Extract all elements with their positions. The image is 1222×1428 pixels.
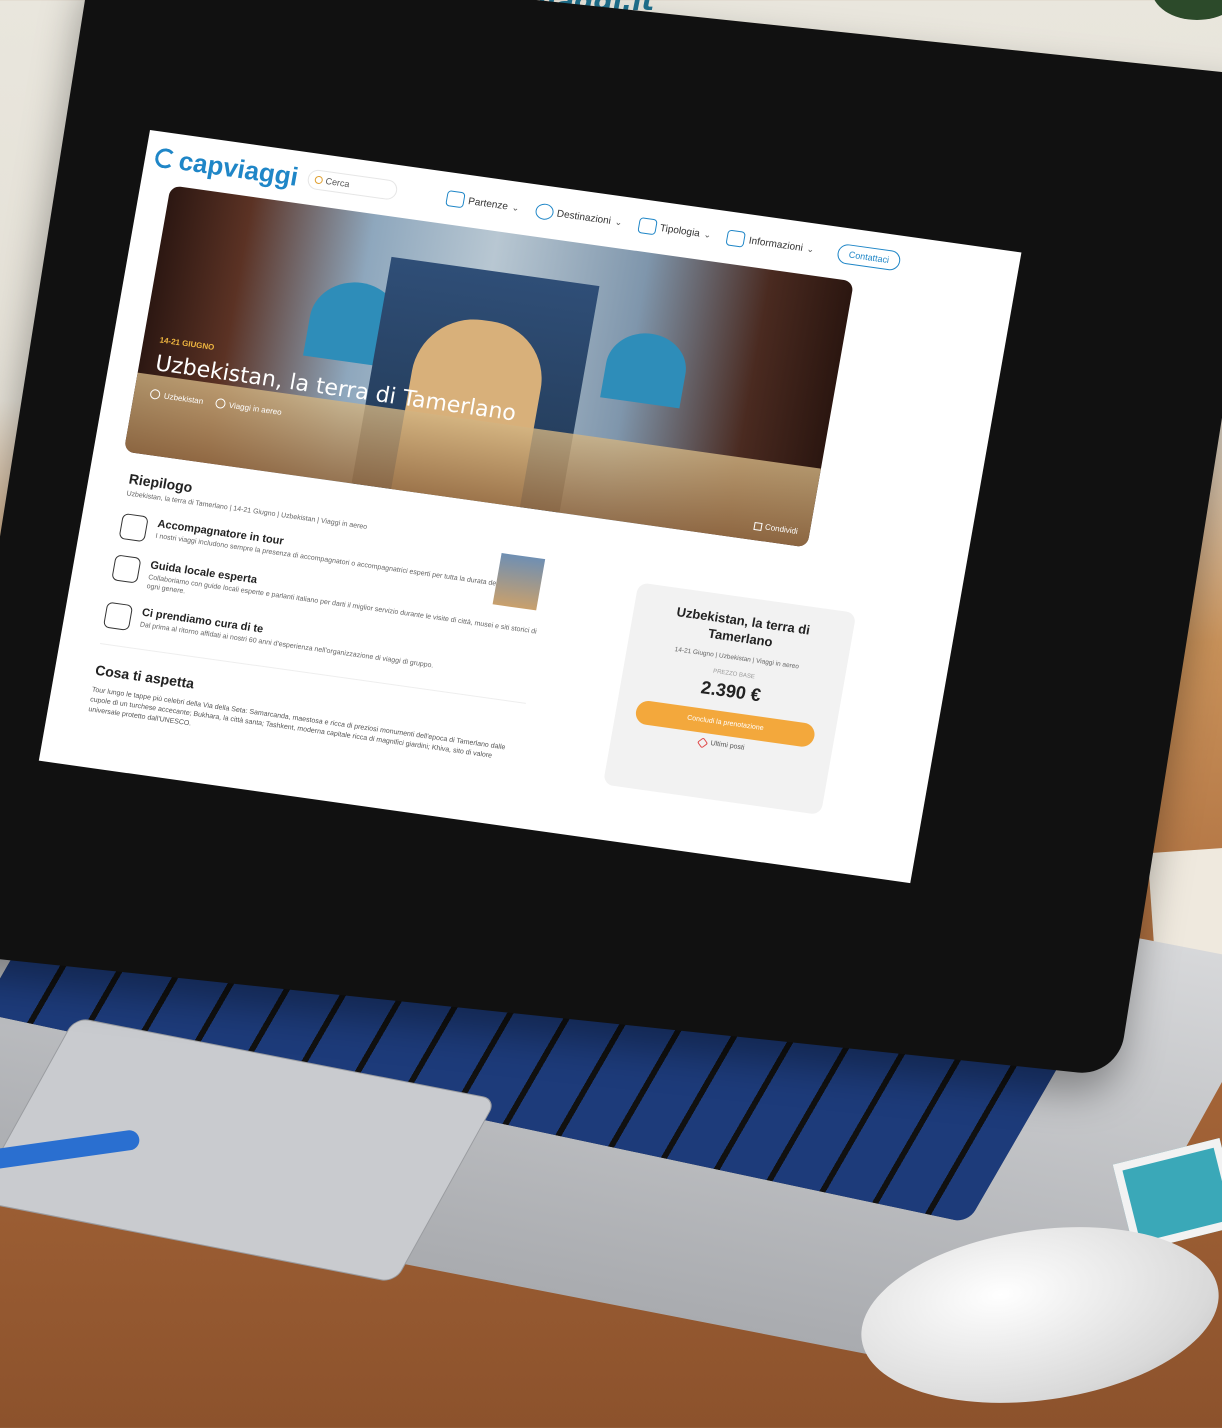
nav-label: Partenze xyxy=(467,195,509,212)
contact-button[interactable]: Contattaci xyxy=(836,243,902,272)
search-label: Cerca xyxy=(324,176,351,190)
site-logo[interactable]: capviaggi xyxy=(153,142,301,193)
local-guide-icon xyxy=(111,554,142,584)
search-input[interactable]: Cerca xyxy=(306,168,399,201)
nav-item-tipologia[interactable]: Tipologia ⌄ xyxy=(636,216,713,243)
laptop-screen: capviaggi Cerca Partenze ⌄ Destinazioni … xyxy=(38,130,1022,884)
nav-label: Tipologia xyxy=(659,222,701,239)
trip-thumbnail[interactable] xyxy=(492,553,546,611)
globe-icon xyxy=(149,388,161,400)
search-icon xyxy=(314,175,324,185)
calendar-icon xyxy=(445,190,466,209)
nav-label: Destinazioni xyxy=(555,208,612,227)
tag-icon xyxy=(696,737,709,749)
logo-text: capviaggi xyxy=(176,145,301,192)
care-icon xyxy=(102,601,134,632)
chevron-down-icon: ⌄ xyxy=(511,201,521,213)
tour-leader-icon xyxy=(118,512,149,543)
nav-label: Informazioni xyxy=(747,235,804,254)
chevron-down-icon: ⌄ xyxy=(702,228,713,240)
bag-icon xyxy=(725,229,747,248)
hero-date: 14-21 GIUGNO xyxy=(158,335,216,352)
nav-item-partenze[interactable]: Partenze ⌄ xyxy=(445,190,521,216)
logo-mark-icon xyxy=(153,147,177,170)
chevron-down-icon: ⌄ xyxy=(614,216,624,228)
booking-card: Uzbekistan, la terra di Tamerlano 14-21 … xyxy=(602,582,857,816)
decorative-leaf xyxy=(1152,0,1222,20)
nav-item-informazioni[interactable]: Informazioni ⌄ xyxy=(725,229,816,257)
plane-icon xyxy=(214,397,226,410)
globe-icon xyxy=(533,202,555,221)
bus-icon xyxy=(636,216,658,236)
main-content: Riepilogo Uzbekistan, la terra di Tamerl… xyxy=(87,471,556,776)
share-icon xyxy=(753,521,763,531)
urgency-label: Ultimi posti xyxy=(709,740,745,752)
dome-illustration xyxy=(600,328,692,409)
chevron-down-icon: ⌄ xyxy=(805,243,816,255)
nav-item-destinazioni[interactable]: Destinazioni ⌄ xyxy=(533,202,624,231)
